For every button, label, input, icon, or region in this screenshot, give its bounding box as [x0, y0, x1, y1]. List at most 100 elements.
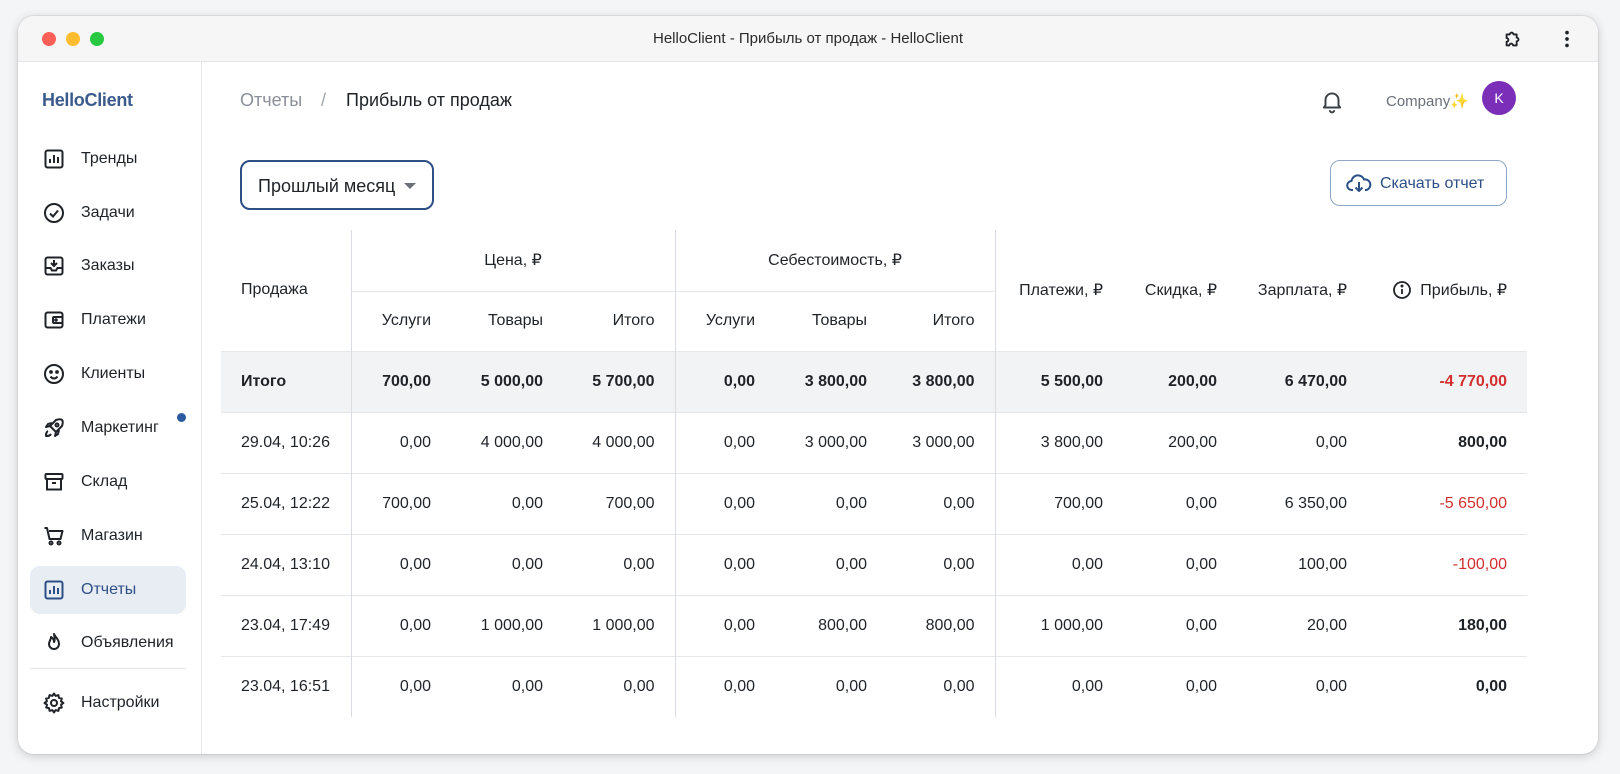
sale-date-cell: 24.04, 13:10: [221, 533, 351, 595]
puzzle-icon[interactable]: [1502, 28, 1524, 50]
table-cell: 700,00: [994, 472, 1124, 534]
sidebar-item-label: Маркетинг: [81, 419, 159, 436]
sidebar-item-shop[interactable]: Магазин: [30, 512, 186, 560]
table-cell: 200,00: [1123, 411, 1238, 473]
chart-icon: [44, 149, 64, 169]
table-cell: 3 800,00: [994, 411, 1124, 473]
table-cell: 0,00: [775, 472, 888, 534]
notification-badge: [177, 413, 186, 422]
sidebar-item-label: Заказы: [81, 257, 135, 274]
table-cell: 0,00: [1123, 472, 1238, 534]
sidebar-item-settings[interactable]: Настройки: [30, 679, 186, 727]
table-cell: 3 800,00: [887, 350, 996, 412]
sidebar-item-warehouse[interactable]: Склад: [30, 458, 186, 506]
sidebar-item-label: Платежи: [81, 311, 146, 328]
sidebar-item-marketing[interactable]: Маркетинг: [30, 404, 186, 452]
table-cell: 0,00: [674, 350, 776, 412]
table-cell: 0,00: [775, 533, 888, 595]
table-cell: 100,00: [1237, 533, 1368, 595]
sidebar-item-label: Объявления: [81, 634, 174, 651]
inbox-icon: [44, 256, 64, 276]
table-row[interactable]: 25.04, 12:22 700,00 0,00 700,00 0,00 0,0…: [221, 472, 1528, 534]
table-cell: 200,00: [1123, 350, 1238, 412]
column-header-cost-services: Услуги: [674, 291, 776, 351]
sale-date-cell: 23.04, 17:49: [221, 594, 351, 656]
company-name[interactable]: Company✨: [1386, 92, 1469, 110]
profit-cell: 0,00: [1367, 655, 1528, 717]
rocket-icon: [45, 418, 64, 437]
sidebar-item-label: Задачи: [81, 204, 135, 221]
sidebar-item-clients[interactable]: Клиенты: [30, 350, 186, 398]
sidebar-item-label: Настройки: [81, 694, 160, 711]
table-cell: 6 350,00: [1237, 472, 1368, 534]
period-select[interactable]: Прошлый месяц: [240, 160, 434, 210]
bell-icon[interactable]: [1319, 88, 1345, 114]
table-cell: 0,00: [994, 533, 1124, 595]
table-cell: 0,00: [994, 655, 1124, 717]
sale-date-cell: 23.04, 16:51: [221, 655, 351, 717]
profit-cell: -4 770,00: [1367, 350, 1528, 412]
more-vertical-icon[interactable]: [1556, 28, 1578, 50]
table-cell: 0,00: [1123, 533, 1238, 595]
table-cell: 700,00: [350, 472, 451, 534]
column-header-price-services: Услуги: [350, 291, 451, 351]
table-row[interactable]: 24.04, 13:10 0,00 0,00 0,00 0,00 0,00 0,…: [221, 533, 1528, 595]
cart-icon: [44, 527, 64, 546]
sidebar-item-label: Склад: [81, 473, 128, 490]
column-header-cost-goods: Товары: [811, 312, 868, 329]
page-title: Прибыль от продаж: [346, 90, 512, 110]
sidebar-item-tasks[interactable]: Задачи: [30, 189, 186, 237]
sidebar-item-reports[interactable]: Отчеты: [30, 566, 186, 614]
avatar[interactable]: K: [1482, 81, 1516, 115]
cloud-download-icon: [1346, 174, 1372, 192]
sidebar-item-payments[interactable]: Платежи: [30, 296, 186, 344]
table-cell: 0,00: [1123, 594, 1238, 656]
profit-cell: -5 650,00: [1367, 472, 1528, 534]
table-row[interactable]: 29.04, 10:26 0,00 4 000,00 4 000,00 0,00…: [221, 411, 1528, 473]
column-header-price-goods: Товары: [487, 312, 543, 329]
profit-cell: 180,00: [1367, 594, 1528, 656]
table-cell: 5 000,00: [451, 350, 563, 412]
table-cell: 1 000,00: [994, 594, 1124, 656]
sidebar-item-ads[interactable]: Объявления: [30, 619, 186, 667]
table-cell: 0,00: [674, 472, 776, 534]
table-total-row: Итого 700,00 5 000,00 5 700,00 0,00 3 80…: [221, 350, 1528, 412]
table-cell: 3 000,00: [887, 411, 996, 473]
window-title: HelloClient - Прибыль от продаж - HelloC…: [653, 30, 963, 47]
column-header-price-total: Итого: [612, 312, 655, 329]
sidebar-item-orders[interactable]: Заказы: [30, 242, 186, 290]
table-cell: 4 000,00: [451, 411, 563, 473]
table-row[interactable]: 23.04, 16:51 0,00 0,00 0,00 0,00 0,00 0,…: [221, 655, 1528, 717]
brand-logo[interactable]: HelloClient: [42, 90, 133, 111]
breadcrumb-root[interactable]: Отчеты: [240, 90, 302, 111]
table-cell: 0,00: [350, 655, 451, 717]
info-icon[interactable]: [1392, 280, 1412, 300]
sidebar-item-trends[interactable]: Тренды: [30, 135, 186, 183]
download-report-button[interactable]: Скачать отчет: [1330, 160, 1507, 206]
smiley-icon: [44, 364, 64, 384]
table-cell: 0,00: [1123, 655, 1238, 717]
sidebar-item-label: Магазин: [81, 527, 143, 544]
archive-icon: [44, 473, 64, 491]
download-report-label: Скачать отчет: [1380, 175, 1485, 192]
profit-cell: -100,00: [1367, 533, 1528, 595]
sidebar-item-label: Тренды: [81, 150, 138, 167]
column-header-payments: Платежи, ₽: [994, 230, 1124, 351]
column-header-salary: Зарплата, ₽: [1257, 282, 1348, 300]
sidebar-item-label: Отчеты: [81, 581, 137, 598]
period-select-value: Прошлый месяц: [258, 176, 396, 196]
table-row[interactable]: 23.04, 17:49 0,00 1 000,00 1 000,00 0,00…: [221, 594, 1528, 656]
table-cell: 0,00: [451, 533, 563, 595]
sidebar: HelloClient Тренды Задачи Заказы Платежи: [18, 62, 202, 754]
table-cell: 1 000,00: [563, 594, 676, 656]
table-cell: 3 800,00: [775, 350, 888, 412]
column-group-price: Цена, ₽: [350, 230, 676, 292]
table-cell: 0,00: [451, 472, 563, 534]
flame-icon: [48, 633, 60, 650]
table-cell: 0,00: [674, 655, 776, 717]
column-header-cost-total: Итого: [932, 312, 975, 329]
total-label: Итого: [221, 350, 351, 412]
table-cell: 0,00: [350, 533, 451, 595]
breadcrumb-separator: /: [321, 90, 327, 110]
table-cell: 0,00: [1237, 411, 1368, 473]
